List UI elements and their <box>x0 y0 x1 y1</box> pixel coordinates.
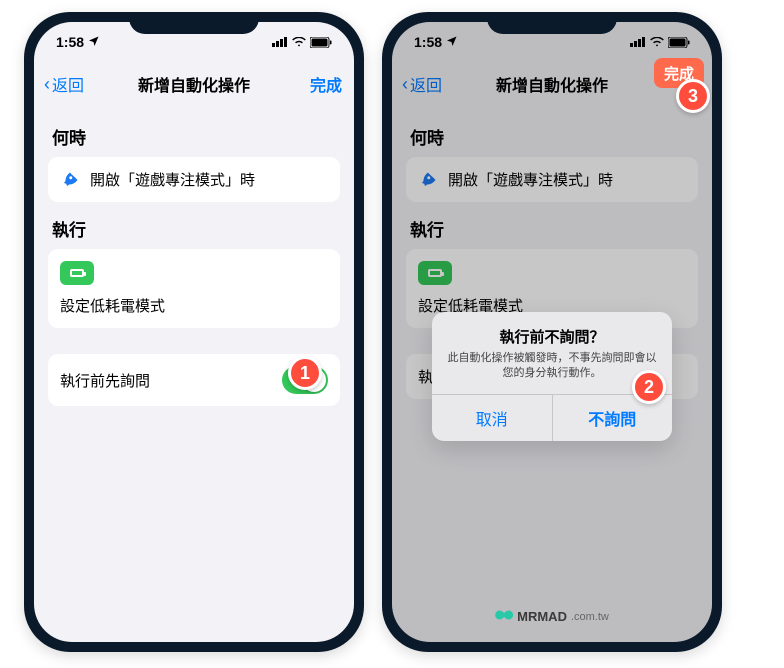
phone-right: 1:58 ‹ 返回 新增自動化操作 完成 3 何時 <box>382 12 722 652</box>
watermark-domain: .com.tw <box>571 611 609 623</box>
back-button[interactable]: ‹ 返回 <box>402 72 442 96</box>
back-label: 返回 <box>52 72 84 96</box>
done-button[interactable]: 完成 <box>310 72 342 96</box>
alert-title: 執行前不詢問？ <box>444 326 660 347</box>
chevron-left-icon: ‹ <box>44 75 50 93</box>
exec-card[interactable]: 設定低耗電模式 <box>48 249 340 328</box>
notch <box>487 12 617 34</box>
when-header: 何時 <box>410 124 694 149</box>
location-icon <box>88 34 100 50</box>
notch <box>129 12 259 34</box>
alert-message: 此自動化操作被觸發時，不事先詢問即會以您的身分執行動作。 <box>444 351 660 382</box>
chevron-left-icon: ‹ <box>402 75 408 93</box>
callout-1: 1 <box>288 356 322 390</box>
when-card[interactable]: 開啟「遊戲專注模式」時 <box>48 157 340 202</box>
screen-right: 1:58 ‹ 返回 新增自動化操作 完成 3 何時 <box>392 22 712 642</box>
exec-text: 設定低耗電模式 <box>60 295 328 316</box>
exec-header: 執行 <box>410 216 694 241</box>
location-icon <box>446 34 458 50</box>
when-text: 開啟「遊戲專注模式」時 <box>90 169 255 190</box>
rocket-icon <box>60 170 80 190</box>
phone-left: 1:58 ‹ 返回 新增自動化操作 完成 何時 <box>24 12 364 652</box>
status-time: 1:58 <box>56 34 84 50</box>
nav-bar: ‹ 返回 新增自動化操作 完成 <box>34 62 354 106</box>
screen-left: 1:58 ‹ 返回 新增自動化操作 完成 何時 <box>34 22 354 642</box>
status-icons <box>630 37 690 48</box>
callout-2: 2 <box>632 370 666 404</box>
battery-icon <box>60 261 94 285</box>
page-title: 新增自動化操作 <box>496 72 608 96</box>
watermark: MRMAD .com.tw <box>495 609 609 624</box>
when-header: 何時 <box>52 124 336 149</box>
when-card[interactable]: 開啟「遊戲專注模式」時 <box>406 157 698 202</box>
battery-icon <box>418 261 452 285</box>
when-text: 開啟「遊戲專注模式」時 <box>448 169 613 190</box>
status-time: 1:58 <box>414 34 442 50</box>
back-button[interactable]: ‹ 返回 <box>44 72 84 96</box>
callout-3: 3 <box>676 79 710 113</box>
watermark-brand: MRMAD <box>517 609 567 624</box>
infinity-icon <box>495 609 513 624</box>
status-icons <box>272 37 332 48</box>
alert-cancel-button[interactable]: 取消 <box>432 395 552 441</box>
exec-header: 執行 <box>52 216 336 241</box>
rocket-icon <box>418 170 438 190</box>
ask-label: 執行前先詢問 <box>60 370 150 391</box>
back-label: 返回 <box>410 72 442 96</box>
page-title: 新增自動化操作 <box>138 72 250 96</box>
